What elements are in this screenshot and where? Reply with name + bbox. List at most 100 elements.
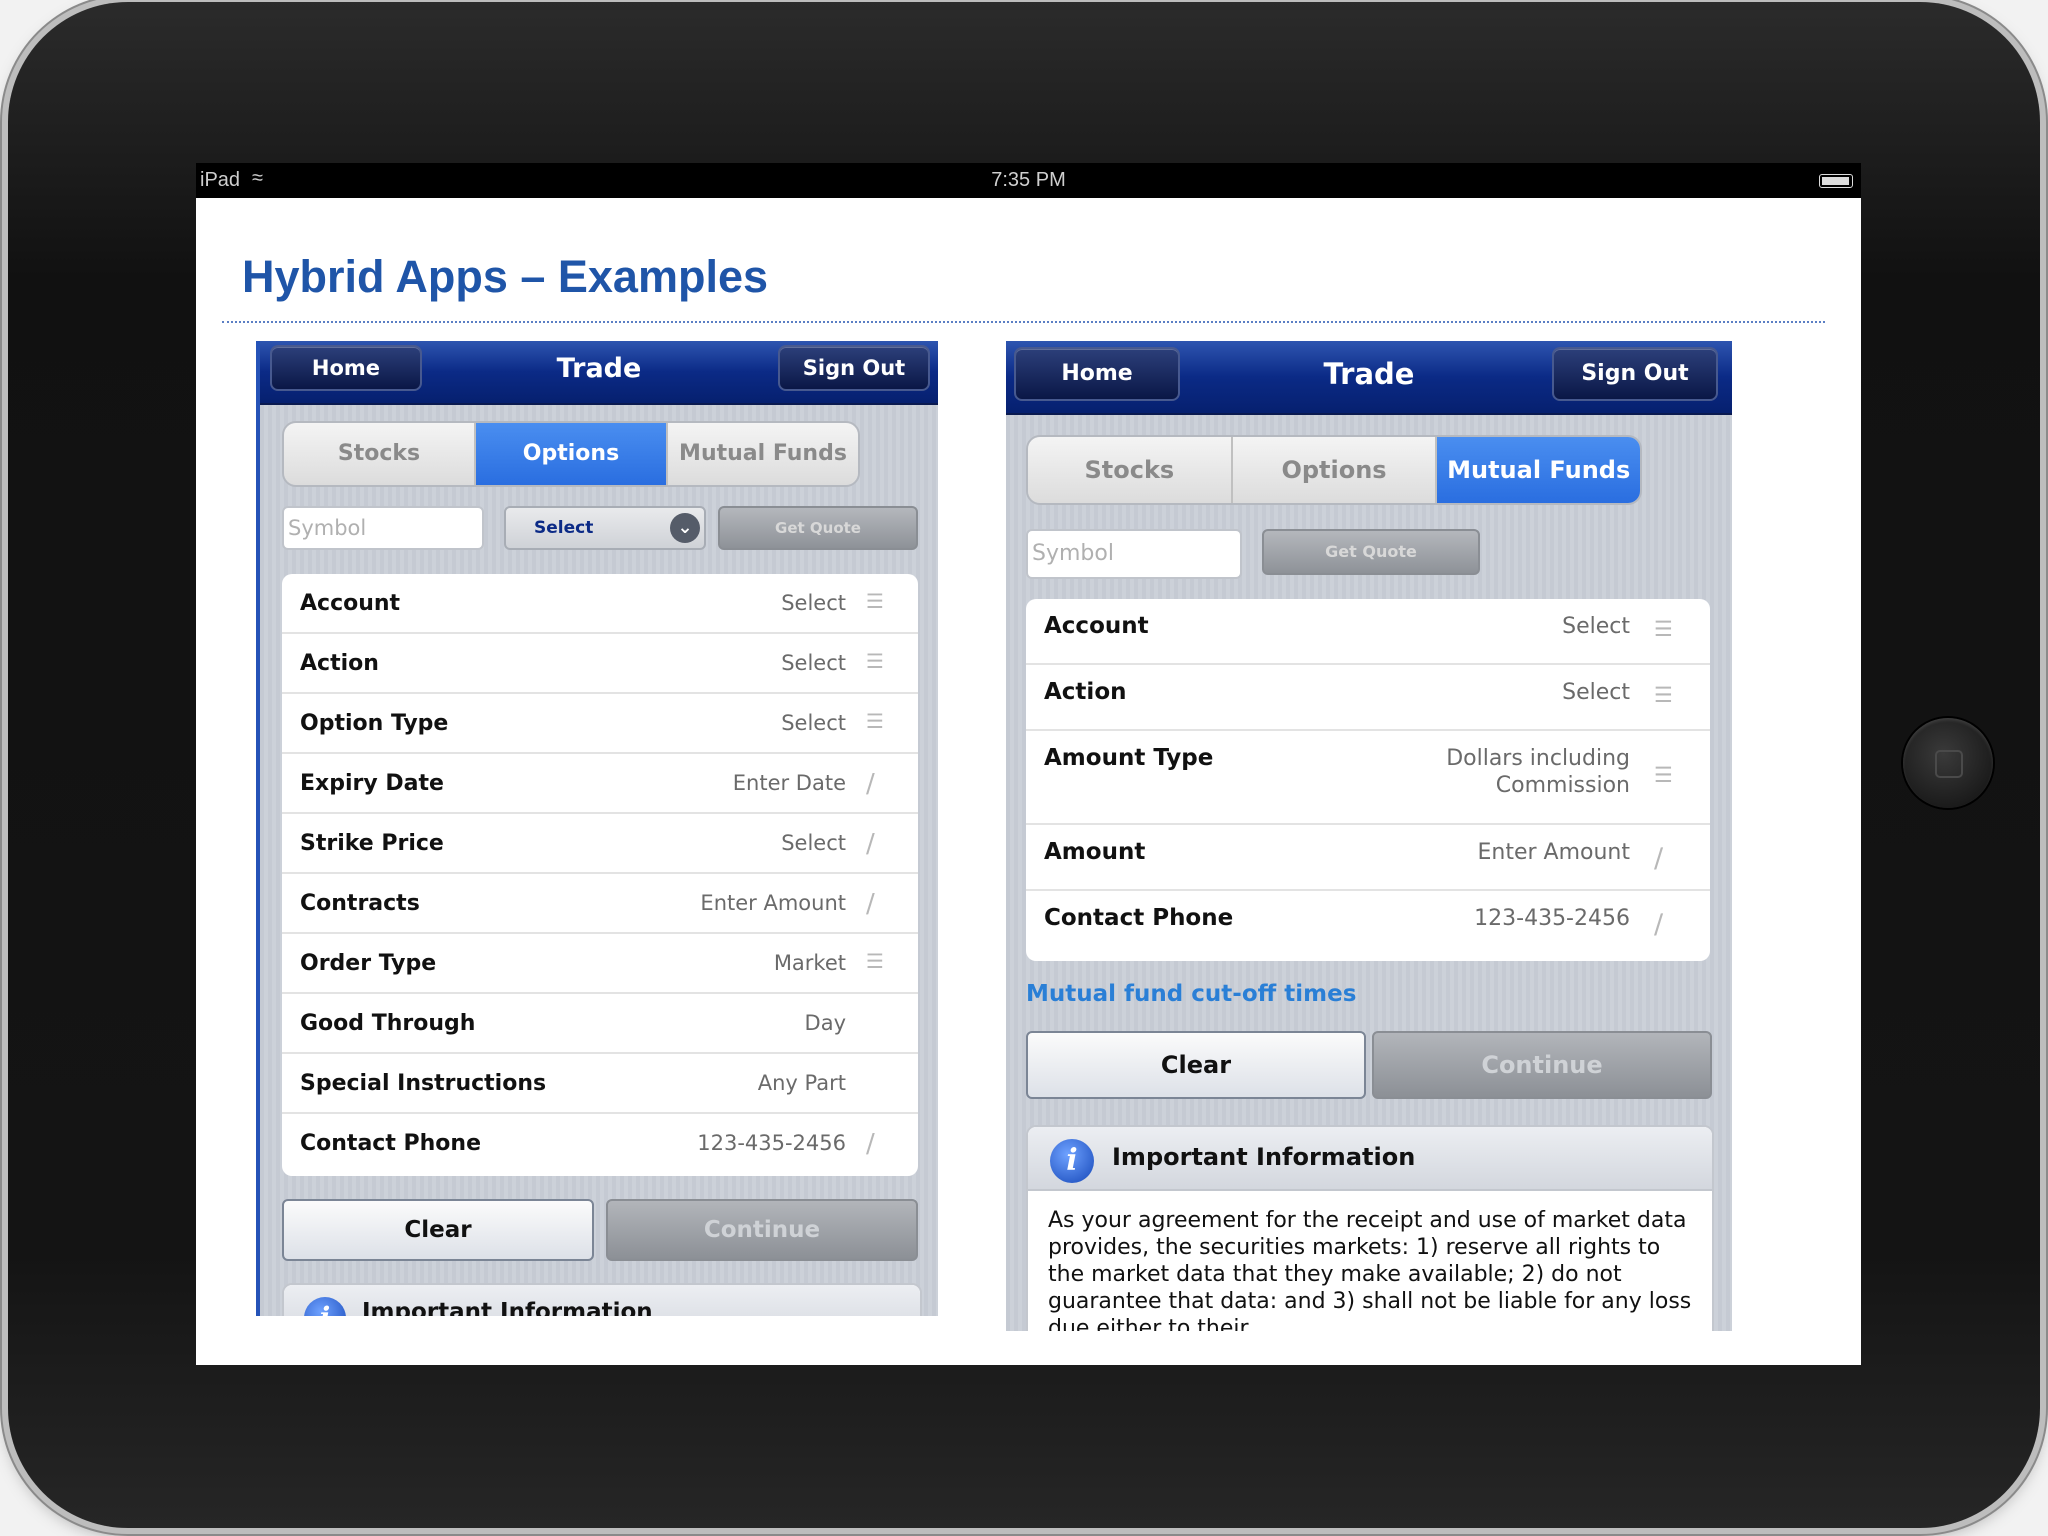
home-button-icon: [1935, 750, 1963, 778]
ipad-screen: iPad ≈ 7:35 PM Hybrid Apps – Examples Ho…: [196, 163, 1861, 1365]
home-hardware-button[interactable]: [1903, 718, 1993, 808]
right-info-header: i Important Information: [1028, 1127, 1712, 1191]
right-tab-stocks[interactable]: Stocks: [1028, 437, 1233, 503]
right-clear-button[interactable]: Clear: [1026, 1031, 1366, 1099]
right-row-value: 123-435-2456: [1474, 906, 1630, 931]
pencil-icon: ∕: [1654, 842, 1664, 874]
left-home-button[interactable]: Home: [270, 345, 422, 391]
left-row-good-through[interactable]: Good Through Day: [282, 994, 918, 1054]
left-info-title: Important Information: [362, 1299, 653, 1316]
status-time: 7:35 PM: [991, 169, 1066, 191]
right-home-button[interactable]: Home: [1014, 347, 1180, 401]
right-row-label: Contact Phone: [1044, 905, 1234, 931]
chevron-down-icon: ⌄: [670, 513, 700, 543]
left-form-list: Account Select ☰ Action Select ☰ Option Type Se…: [282, 574, 918, 1176]
left-row-label: Order Type: [300, 951, 437, 976]
right-trade-app: Home Trade Sign Out Stocks Options Mutua…: [1006, 341, 1732, 1331]
left-row-value: Select: [781, 831, 846, 855]
right-row-account[interactable]: Account Select ☰: [1026, 599, 1710, 665]
right-info-title: Important Information: [1112, 1143, 1416, 1171]
left-row-value: 123-435-2456: [697, 1131, 846, 1155]
list-icon: ☰: [866, 949, 884, 973]
left-clear-button[interactable]: Clear: [282, 1199, 594, 1261]
left-row-label: Option Type: [300, 711, 449, 736]
left-row-expiry-date[interactable]: Expiry Date Enter Date ∕: [282, 754, 918, 814]
left-row-label: Strike Price: [300, 831, 444, 856]
left-row-order-type[interactable]: Order Type Market ☰: [282, 934, 918, 994]
right-info-text: As your agreement for the receipt and us…: [1048, 1208, 1692, 1331]
left-row-value: Enter Amount: [700, 891, 846, 915]
right-row-action[interactable]: Action Select ☰: [1026, 665, 1710, 731]
left-row-value: Select: [781, 711, 846, 735]
right-row-label: Account: [1044, 613, 1149, 639]
right-row-label: Action: [1044, 679, 1127, 705]
pencil-icon: ∕: [1654, 908, 1664, 940]
info-icon: i: [1050, 1139, 1094, 1183]
list-icon: ☰: [866, 589, 884, 613]
left-row-label: Contracts: [300, 891, 420, 916]
left-sign-out-button[interactable]: Sign Out: [778, 345, 930, 391]
pencil-icon: ∕: [866, 769, 875, 799]
right-get-quote-button[interactable]: Get Quote: [1262, 529, 1480, 575]
left-tab-mutual-funds[interactable]: Mutual Funds: [668, 423, 858, 485]
left-tab-bar: Stocks Options Mutual Funds: [282, 421, 860, 487]
list-icon: ☰: [866, 709, 884, 733]
right-nav-title: Trade: [1323, 357, 1415, 391]
left-trade-app: Home Trade Sign Out Stocks Options Mutua…: [256, 341, 938, 1316]
left-important-info: i Important Information: [282, 1283, 922, 1316]
left-row-value: Day: [804, 1011, 846, 1035]
status-bar: iPad ≈ 7:35 PM: [196, 163, 1861, 198]
right-row-contact-phone[interactable]: Contact Phone 123-435-2456 ∕: [1026, 891, 1710, 957]
right-tab-mutual-funds[interactable]: Mutual Funds: [1437, 437, 1640, 503]
right-row-amount[interactable]: Amount Enter Amount ∕: [1026, 825, 1710, 891]
left-row-special-instructions[interactable]: Special Instructions Any Part: [282, 1054, 918, 1114]
left-get-quote-button[interactable]: Get Quote: [718, 506, 918, 550]
list-icon: ☰: [1654, 762, 1673, 787]
left-row-value: Enter Date: [732, 771, 846, 795]
left-tab-options[interactable]: Options: [476, 423, 668, 485]
left-info-header: i Important Information: [284, 1285, 920, 1316]
left-select-label: Select: [534, 518, 594, 538]
list-icon: ☰: [1654, 682, 1673, 707]
left-navbar: Home Trade Sign Out: [260, 341, 938, 405]
left-row-strike-price[interactable]: Strike Price Select ∕: [282, 814, 918, 874]
right-row-amount-type[interactable]: Amount Type Dollars including Commission ☰: [1026, 731, 1710, 825]
left-nav-title: Trade: [556, 353, 642, 384]
left-symbol-input[interactable]: Symbol: [282, 506, 484, 550]
left-row-action[interactable]: Action Select ☰: [282, 634, 918, 694]
right-row-value: Select: [1562, 680, 1630, 705]
left-row-value: Market: [773, 951, 846, 975]
right-row-value: Dollars including Commission: [1446, 746, 1630, 798]
left-row-label: Account: [300, 591, 401, 616]
left-row-label: Action: [300, 651, 379, 676]
left-row-option-type[interactable]: Option Type Select ☰: [282, 694, 918, 754]
right-continue-button[interactable]: Continue: [1372, 1031, 1712, 1099]
mutual-fund-cutoff-link[interactable]: Mutual fund cut-off times: [1026, 981, 1356, 1007]
left-row-label: Expiry Date: [300, 771, 444, 796]
left-row-label: Contact Phone: [300, 1131, 481, 1156]
left-row-account[interactable]: Account Select ☰: [282, 574, 918, 634]
left-row-value: Select: [781, 591, 846, 615]
right-row-label: Amount: [1044, 839, 1146, 865]
left-row-contact-phone[interactable]: Contact Phone 123-435-2456 ∕: [282, 1114, 918, 1174]
right-sign-out-button[interactable]: Sign Out: [1552, 347, 1718, 401]
pencil-icon: ∕: [866, 1129, 875, 1159]
right-form-list: Account Select ☰ Action Select ☰ Amount Type Do…: [1026, 599, 1710, 961]
right-row-label: Amount Type: [1044, 745, 1214, 771]
battery-icon: [1819, 174, 1853, 188]
right-tab-bar: Stocks Options Mutual Funds: [1026, 435, 1642, 505]
right-tab-options[interactable]: Options: [1232, 437, 1438, 503]
left-tab-stocks[interactable]: Stocks: [284, 423, 476, 485]
left-row-value: Any Part: [757, 1071, 846, 1095]
left-continue-button[interactable]: Continue: [606, 1199, 918, 1261]
left-row-label: Special Instructions: [300, 1071, 547, 1096]
left-select-dropdown[interactable]: Select ⌄: [504, 506, 706, 550]
info-icon: i: [304, 1297, 346, 1316]
slide-title: Hybrid Apps – Examples: [242, 251, 769, 302]
pencil-icon: ∕: [866, 829, 875, 859]
left-row-label: Good Through: [300, 1011, 476, 1036]
right-symbol-input[interactable]: Symbol: [1026, 529, 1242, 579]
right-row-value: Enter Amount: [1477, 840, 1631, 865]
right-row-value: Select: [1562, 614, 1630, 639]
left-row-contracts[interactable]: Contracts Enter Amount ∕: [282, 874, 918, 934]
